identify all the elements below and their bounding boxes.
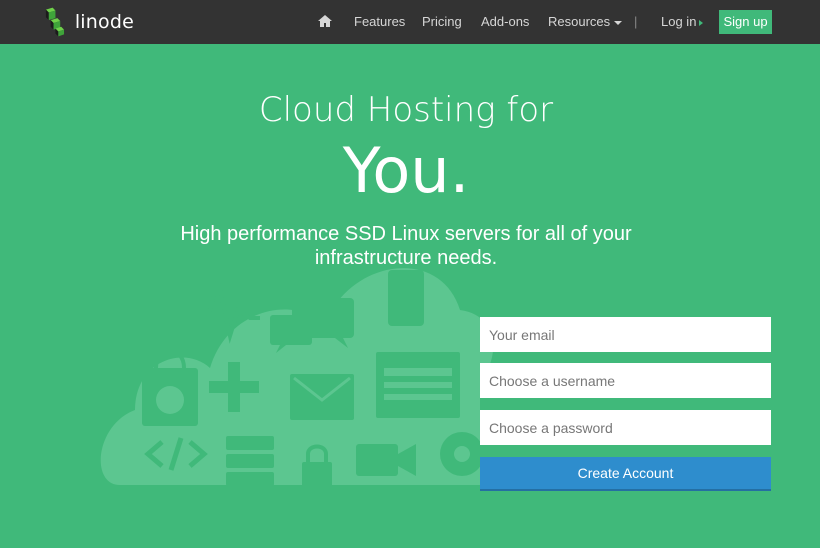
envelope-icon (290, 374, 354, 420)
gear-icon (440, 432, 484, 476)
nav-addons[interactable]: Add-ons (481, 14, 529, 30)
brand-name: linode (74, 11, 134, 33)
nav-resources[interactable]: Resources (548, 14, 623, 30)
server-stack-icon (226, 436, 274, 486)
nav-resources-label: Resources (548, 14, 611, 29)
cloud-illustration (100, 268, 494, 488)
nav-pricing[interactable]: Pricing (422, 14, 462, 30)
nav-login[interactable]: Log in (661, 14, 704, 30)
arrow-right-icon (699, 19, 704, 26)
linode-logo-icon (45, 7, 65, 37)
nav-separator: | (634, 14, 638, 29)
home-icon[interactable] (318, 14, 332, 28)
signup-button[interactable]: Sign up (719, 10, 772, 34)
caret-down-icon (614, 20, 623, 25)
brand-logo[interactable]: linode (44, 7, 134, 37)
password-field[interactable] (480, 410, 771, 445)
mobile-icon (388, 270, 424, 326)
username-field[interactable] (480, 363, 771, 398)
hero-heading-emphasis: You. (342, 134, 470, 207)
nav-features[interactable]: Features (354, 14, 405, 30)
nav-login-label: Log in (661, 14, 697, 29)
browser-window-icon (376, 352, 460, 418)
hero-heading: Cloud Hosting for (258, 90, 554, 130)
create-account-button[interactable]: Create Account (480, 457, 771, 491)
email-field[interactable] (480, 317, 771, 352)
top-navbar: linode Features Pricing Add-ons Resource… (0, 0, 820, 44)
